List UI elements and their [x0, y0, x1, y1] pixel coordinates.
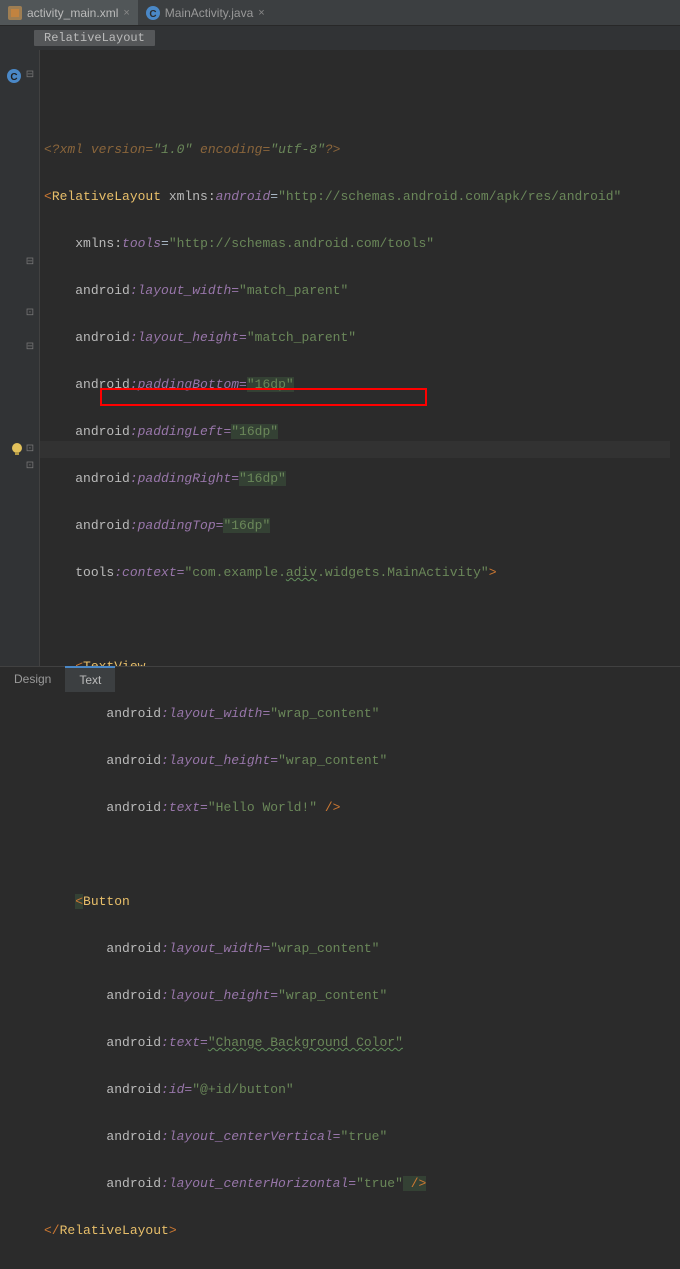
breadcrumb-bar: RelativeLayout — [0, 26, 680, 50]
editor-bottom-tabs: Design Text — [0, 666, 680, 692]
bulb-icon[interactable] — [10, 442, 26, 458]
fold-toggle[interactable]: ⊟ — [25, 256, 35, 268]
breadcrumb[interactable]: RelativeLayout — [34, 30, 155, 46]
class-gutter-icon[interactable]: C — [6, 68, 22, 84]
xml-file-icon — [8, 6, 22, 20]
tab-design[interactable]: Design — [0, 667, 65, 692]
svg-text:C: C — [10, 72, 17, 83]
fold-end[interactable]: ⊡ — [25, 307, 35, 319]
file-tabs-bar: activity_main.xml × C MainActivity.java … — [0, 0, 680, 26]
tab-label: activity_main.xml — [27, 6, 118, 20]
fold-end[interactable]: ⊡ — [25, 443, 35, 455]
fold-end[interactable]: ⊡ — [25, 460, 35, 472]
svg-text:C: C — [149, 9, 156, 20]
code-body[interactable]: <?xml version="1.0" encoding="utf-8"?> <… — [40, 50, 680, 692]
java-file-icon: C — [146, 6, 160, 20]
fold-toggle[interactable]: ⊟ — [25, 341, 35, 353]
vertical-scrollbar[interactable] — [670, 50, 680, 666]
tab-activity-main[interactable]: activity_main.xml × — [0, 0, 138, 25]
gutter: C ⊟ ⊟ ⊡ ⊟ ⊡ ⊡ — [0, 50, 40, 692]
tab-label: MainActivity.java — [165, 6, 253, 20]
current-line-highlight — [40, 441, 680, 458]
close-icon[interactable]: × — [258, 7, 264, 19]
close-icon[interactable]: × — [123, 7, 129, 19]
tab-main-activity[interactable]: C MainActivity.java × — [138, 0, 273, 25]
editor-area[interactable]: C ⊟ ⊟ ⊡ ⊟ ⊡ ⊡ <?xml version="1.0" encodi… — [0, 50, 680, 692]
tab-text[interactable]: Text — [65, 666, 115, 692]
fold-toggle[interactable]: ⊟ — [25, 69, 35, 81]
